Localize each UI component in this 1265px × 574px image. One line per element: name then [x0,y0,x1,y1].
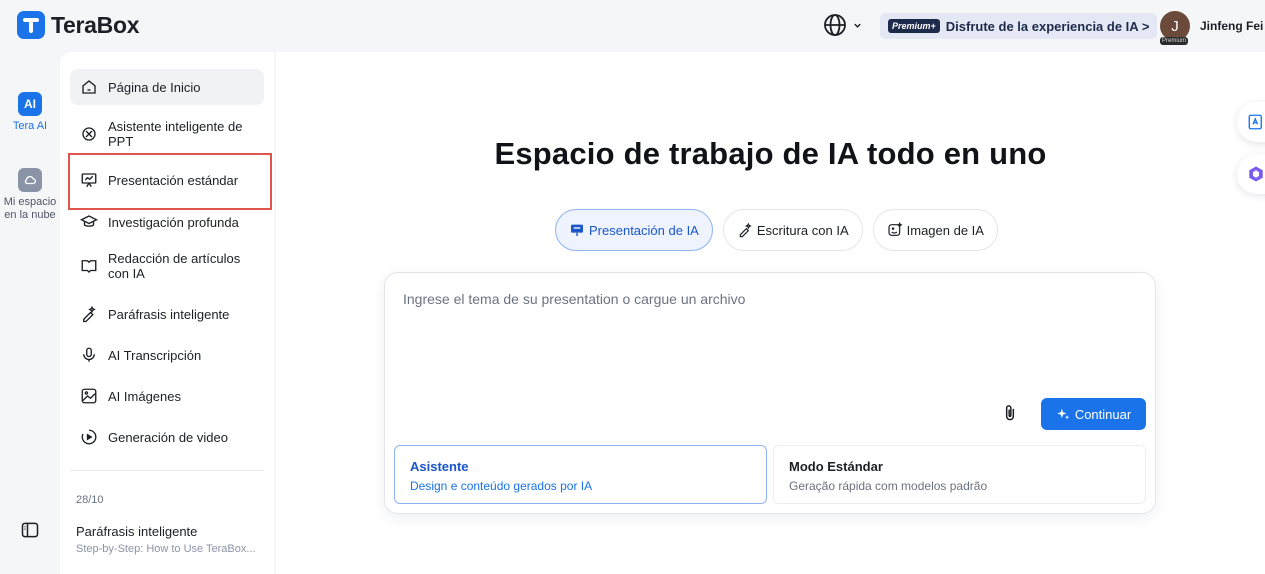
globe-icon [824,14,846,36]
recent-item-title[interactable]: Paráfrasis inteligente [76,524,197,539]
avatar-premium-tag: Premium [1160,37,1189,45]
sidebar-item-deep-research[interactable]: Investigación profunda [70,206,264,238]
translate-tool-button[interactable] [1237,102,1265,142]
mode-option-assistant[interactable]: Asistente Design e conteúdo gerados por … [394,445,767,504]
sidebar-item-label: AI Imágenes [108,388,181,404]
language-selector[interactable] [823,13,862,37]
chevron-down-icon [854,23,861,28]
terabox-logo[interactable]: TeraBox [17,11,140,39]
attach-file-icon[interactable] [1000,402,1020,424]
image-sparkle-icon [888,222,903,236]
promo-text: Disfrute de la experiencia de IA > [945,18,1150,34]
presentation-icon [80,171,98,189]
rail-item-label: Mi espacio en la nube [3,196,57,221]
premium-promo-banner[interactable]: Premium+ Disfrute de la experiencia de I… [880,13,1158,39]
mode-tabs: Presentación de IA Escritura con IA Imag… [555,209,998,251]
sidebar-item-video-generation[interactable]: Generación de video [70,421,264,453]
avatar-initial: J [1171,17,1179,35]
mode-option-title: Modo Estándar [789,459,883,474]
continue-button[interactable]: Continuar [1041,398,1146,430]
sidebar-item-label: Investigación profunda [108,214,239,230]
ai-icon: AI [18,92,42,116]
sidebar-item-standard-presentation[interactable]: Presentación estándar [70,164,264,196]
sidebar-item-label: Presentación estándar [108,172,239,188]
sidebar-item-label: Redacción de artículos con IA [108,251,241,281]
floating-tools [1237,102,1265,206]
premium-badge: Premium+ [888,19,940,33]
tab-label: Imagen de IA [906,222,984,238]
continue-label: Continuar [1074,406,1132,422]
prompt-input[interactable] [403,291,1133,391]
ppt-assistant-icon [80,125,98,143]
sidebar-toggle-icon[interactable] [20,520,40,545]
video-icon [80,428,98,446]
recent-date: 28/10 [76,494,104,506]
presentation-icon [571,224,583,236]
sidebar-item-label: Asistente inteligente de PPT [108,119,243,149]
sidebar-item-label: Página de Inicio [108,79,201,95]
avatar[interactable]: J Premium [1160,11,1190,45]
user-menu[interactable]: J Premium Jinfeng Fei [1160,11,1264,45]
top-bar: TeraBox Premium+ Disfrute de la experien… [0,0,1265,52]
app-rail: AI Tera AI Mi espacio en la nube [0,52,60,574]
tab-label: Presentación de IA [589,222,699,238]
research-icon [80,213,98,231]
mode-option-subtitle: Design e conteúdo gerados por IA [410,479,593,493]
ai-assistant-tool-button[interactable] [1237,154,1265,194]
tab-ai-presentation[interactable]: Presentación de IA [555,209,713,251]
sidebar-divider [70,470,264,471]
mode-option-standard[interactable]: Modo Estándar Geração rápida com modelos… [773,445,1146,504]
rail-item-label: Tera AI [12,120,48,132]
tab-label: Escritura con IA [756,222,849,238]
image-icon [80,387,98,405]
microphone-icon [80,346,98,364]
sidebar-item-ppt-assistant[interactable]: Asistente inteligente de PPT [70,116,264,152]
recent-item-subtitle: Step-by-Step: How to Use TeraBox... [76,543,256,555]
mode-option-subtitle: Geração rápida com modelos padrão [789,479,988,493]
user-name: Jinfeng Fei [1200,19,1264,33]
sidebar-item-ai-articles[interactable]: Redacción de artículos con IA [70,248,264,284]
tab-ai-writing[interactable]: Escritura con IA [722,209,863,251]
sidebar-item-label: AI Transcripción [108,347,202,363]
translate-icon [1248,114,1262,130]
sidebar-item-transcription[interactable]: AI Transcripción [70,339,264,371]
rail-item-cloud[interactable]: Mi espacio en la nube [0,168,60,222]
article-icon [80,257,98,275]
main-workspace: Espacio de trabajo de IA todo en uno Pre… [276,52,1265,574]
hexagon-logo-icon [1249,166,1263,182]
page-title: Espacio de trabajo de IA todo en uno [494,136,1047,171]
terabox-logo-icon [17,11,45,39]
rail-item-tera-ai[interactable]: AI Tera AI [0,92,60,132]
sidebar-item-label: Generación de video [108,429,228,445]
sidebar-item-label: Paráfrasis inteligente [108,306,230,322]
sidebar: Página de Inicio Asistente inteligente d… [60,52,274,574]
prompt-card: Continuar Asistente Design e conteúdo ge… [384,272,1156,514]
sidebar-item-ai-images[interactable]: AI Imágenes [70,380,264,412]
home-icon [80,78,98,96]
pen-sparkle-icon [739,222,752,238]
cloud-icon [18,168,42,192]
sparkle-icon [1056,408,1069,420]
sidebar-item-home[interactable]: Página de Inicio [70,69,264,105]
mode-option-title: Asistente [410,459,469,474]
brand-name: TeraBox [51,11,140,38]
sidebar-item-paraphrase[interactable]: Paráfrasis inteligente [70,298,264,330]
tab-ai-image[interactable]: Imagen de IA [872,209,998,251]
paraphrase-icon [80,305,98,323]
